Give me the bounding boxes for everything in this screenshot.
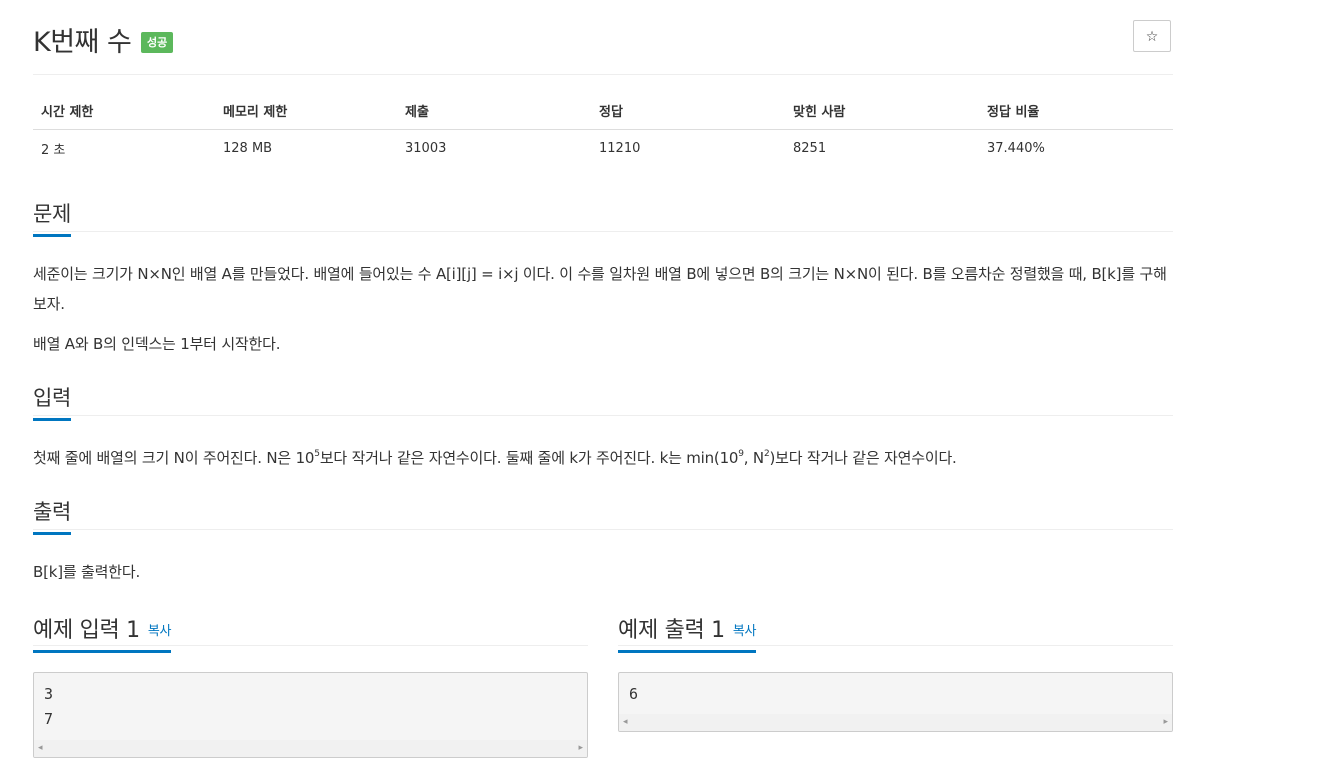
scroll-left-icon[interactable]: ◂ [623,717,628,727]
solved-users-value: 8251 [793,140,827,156]
problem-description: 세준이는 크기가 N×N인 배열 A를 만들었다. 배열에 들어있는 수 A[i… [33,265,1167,313]
input-text-part: 첫째 줄에 배열의 크기 N이 주어진다. N은 10 [33,449,315,467]
output-section-header: 출력 [33,496,1173,535]
section-divider [33,645,588,646]
sample-output-header: 예제 출력 1 복사 [618,612,1173,653]
sample-input-title: 예제 입력 1 복사 [33,612,171,653]
section-divider [618,645,1173,646]
accepted-header: 정답 [591,92,785,130]
scroll-left-icon[interactable]: ◂ [38,743,43,753]
title-divider [33,74,1173,75]
input-text-part: , N [743,449,764,467]
accept-ratio-header: 정답 비율 [979,92,1173,130]
sample-output-title: 예제 출력 1 복사 [618,612,756,653]
time-limit-header: 시간 제한 [33,92,215,130]
info-value-row: 2 초 128 MB 31003 11210 8251 37.440% [33,130,1173,167]
time-limit-value: 2 초 [41,142,66,158]
copy-sample-output-link[interactable]: 복사 [733,624,757,639]
sample-output-content: 6 [629,685,639,703]
submissions-value[interactable]: 31003 [397,130,591,167]
accepted-value: 11210 [599,140,641,156]
horizontal-scrollbar[interactable]: ◂ ▸ [34,740,587,757]
section-divider [33,231,1173,232]
favorite-star-button[interactable]: ☆ [1133,20,1171,52]
scroll-right-icon[interactable]: ▸ [1163,717,1168,727]
problem-section-header: 문제 [33,198,1173,237]
sample-input-box[interactable]: 3 7 ◂ ▸ [33,672,588,758]
sample-output-panel: 예제 출력 1 복사 6 ◂ ▸ [618,612,1173,732]
info-header-row: 시간 제한 메모리 제한 제출 정답 맞힌 사람 정답 비율 [33,92,1173,130]
horizontal-scrollbar[interactable]: ◂ ▸ [619,714,1172,731]
solved-users-header: 맞힌 사람 [785,92,979,130]
output-description: B[k]를 출력한다. [33,563,141,581]
input-text-part: )보다 작거나 같은 자연수이다. [769,449,957,467]
input-description: 첫째 줄에 배열의 크기 N이 주어진다. N은 105보다 작거나 같은 자연… [33,443,1173,473]
star-icon: ☆ [1145,29,1159,45]
accept-ratio-value: 37.440% [987,140,1045,156]
problem-note: 배열 A와 B의 인덱스는 1부터 시작한다. [33,335,281,353]
status-badge: 성공 [141,32,174,53]
scroll-right-icon[interactable]: ▸ [578,743,583,753]
copy-sample-input-link[interactable]: 복사 [148,624,172,639]
page-title: K번째 수 [33,27,132,58]
sample-input-content: 3 7 [44,685,54,728]
input-text-part: 보다 작거나 같은 자연수이다. 둘째 줄에 k가 주어진다. k는 min(1… [319,449,739,467]
problem-info-table: 시간 제한 메모리 제한 제출 정답 맞힌 사람 정답 비율 2 초 128 M… [33,92,1173,166]
section-divider [33,529,1173,530]
title-row: K번째 수 성공 ☆ [33,18,1173,58]
sample-input-panel: 예제 입력 1 복사 3 7 ◂ ▸ [33,612,588,758]
memory-limit-header: 메모리 제한 [215,92,397,130]
section-divider [33,415,1173,416]
sample-output-box[interactable]: 6 ◂ ▸ [618,672,1173,732]
input-section-header: 입력 [33,382,1173,421]
sample-input-title-text: 예제 입력 1 [33,618,140,643]
memory-limit-value: 128 MB [223,140,273,156]
sample-input-header: 예제 입력 1 복사 [33,612,588,653]
submissions-header: 제출 [397,92,591,130]
sample-output-title-text: 예제 출력 1 [618,618,725,643]
